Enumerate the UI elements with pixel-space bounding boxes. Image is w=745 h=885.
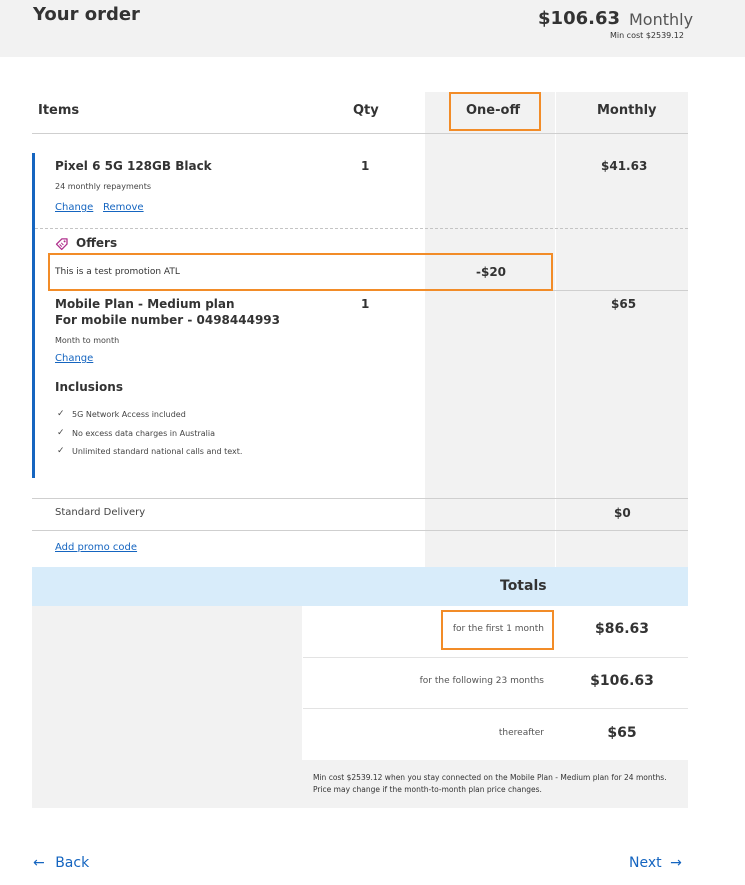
inclusion-item: 5G Network Access included bbox=[72, 410, 186, 419]
totals-row-label: thereafter bbox=[498, 728, 544, 738]
delivery-monthly-price: $0 bbox=[614, 506, 631, 520]
totals-row-value: $86.63 bbox=[594, 621, 650, 637]
totals-title: Totals bbox=[500, 578, 547, 594]
promotion-divider bbox=[553, 290, 688, 291]
column-header-qty: Qty bbox=[353, 103, 379, 118]
device-remove-link[interactable]: Remove bbox=[103, 202, 144, 213]
offers-title: Offers bbox=[76, 236, 118, 250]
totals-left-panel bbox=[32, 606, 302, 760]
plan-monthly-price: $65 bbox=[611, 297, 637, 311]
column-header-items: Items bbox=[38, 103, 80, 118]
header-monthly-amount: $106.63 bbox=[538, 8, 620, 29]
header-period-label: Monthly bbox=[629, 10, 694, 29]
arrow-right-icon: → bbox=[670, 855, 682, 871]
next-label: Next bbox=[629, 855, 662, 871]
device-qty: 1 bbox=[361, 159, 370, 173]
check-icon: ✓ bbox=[57, 446, 65, 456]
device-change-link[interactable]: Change bbox=[55, 202, 93, 213]
column-header-monthly: Monthly bbox=[597, 103, 657, 118]
device-name: Pixel 6 5G 128GB Black bbox=[55, 159, 212, 173]
inclusion-item: Unlimited standard national calls and te… bbox=[72, 447, 243, 456]
inclusion-item: No excess data charges in Australia bbox=[72, 429, 216, 438]
tag-icon bbox=[55, 236, 69, 251]
device-repayment-note: 24 monthly repayments bbox=[55, 182, 152, 191]
add-promo-code-link[interactable]: Add promo code bbox=[55, 542, 137, 553]
check-icon: ✓ bbox=[57, 428, 65, 438]
back-label: Back bbox=[55, 855, 90, 871]
plan-change-link[interactable]: Change bbox=[55, 353, 93, 364]
plan-contract-term: Month to month bbox=[55, 336, 120, 345]
one-off-header-highlight bbox=[449, 92, 541, 131]
totals-row-label: for the following 23 months bbox=[419, 676, 544, 686]
device-monthly-price: $41.63 bbox=[601, 159, 648, 173]
check-icon: ✓ bbox=[57, 409, 65, 419]
delivery-label: Standard Delivery bbox=[55, 507, 146, 518]
item-group-accent-bar bbox=[32, 153, 35, 478]
first-month-highlight bbox=[441, 610, 554, 650]
next-button[interactable]: Next → bbox=[629, 855, 682, 871]
page-title: Your order bbox=[33, 4, 140, 25]
totals-footnote: Min cost $2539.12 when you stay connecte… bbox=[313, 773, 667, 794]
arrow-left-icon: ← bbox=[33, 855, 45, 871]
totals-row-divider bbox=[303, 708, 688, 709]
delivery-divider-bottom bbox=[32, 530, 688, 531]
plan-mobile-number: For mobile number - 0498444993 bbox=[55, 313, 280, 327]
plan-name: Mobile Plan - Medium plan bbox=[55, 297, 235, 311]
offers-divider bbox=[35, 228, 688, 229]
plan-qty: 1 bbox=[361, 297, 370, 311]
one-off-column-bg bbox=[425, 92, 555, 567]
delivery-divider-top bbox=[32, 498, 688, 499]
totals-row-value: $106.63 bbox=[590, 673, 654, 689]
totals-header-band bbox=[32, 567, 688, 606]
totals-row-value: $65 bbox=[607, 725, 637, 741]
header-divider bbox=[32, 133, 688, 134]
inclusions-title: Inclusions bbox=[55, 380, 123, 394]
header-min-cost: Min cost $2539.12 bbox=[609, 31, 684, 40]
totals-row-divider bbox=[303, 657, 688, 658]
promotion-highlight bbox=[48, 253, 553, 291]
back-button[interactable]: ← Back bbox=[33, 855, 89, 871]
